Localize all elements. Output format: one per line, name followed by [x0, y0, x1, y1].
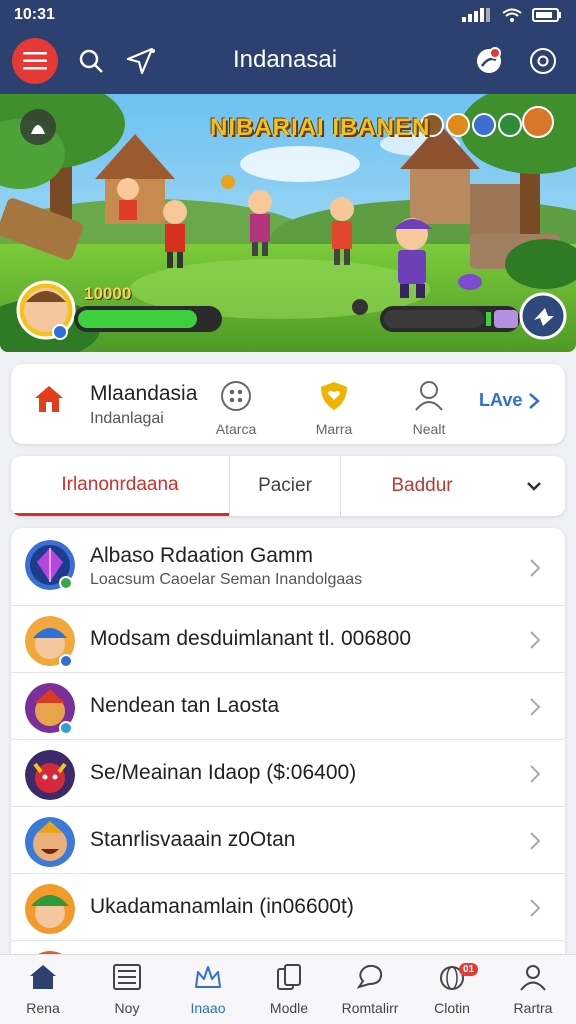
nav-item-romtalirr[interactable]: Romtalirr [330, 963, 410, 1016]
settings-button[interactable] [526, 44, 560, 78]
demon-icon [25, 750, 75, 800]
chevron-right-icon [530, 832, 541, 850]
status-badge [59, 576, 73, 590]
quick-nav-card: Mlaandasia Indanlagai Atarca Marra Nealt… [11, 364, 565, 444]
list-item[interactable]: Stanrlisvaaain z0Otan [11, 807, 565, 874]
nav-item-modle[interactable]: Modle [249, 963, 329, 1016]
list-item[interactable]: Ukadamanamlain (in06600t) [11, 874, 565, 941]
battery-icon [532, 8, 561, 22]
signal-icon [462, 8, 490, 22]
wifi-icon [502, 8, 522, 22]
left-progress-fill [78, 310, 197, 328]
game-avatar [25, 817, 75, 867]
tab-bar: Irlanonrdaana Pacier Baddur [11, 456, 565, 516]
nav-item-rartra[interactable]: Rartra [493, 963, 573, 1016]
nav-label: Clotin [434, 1000, 470, 1016]
app-header: Indanasai [0, 30, 576, 94]
status-badge [59, 721, 73, 735]
status-icons [462, 8, 562, 22]
chevron-down-icon [527, 482, 541, 491]
list-item[interactable]: Nendean tan Laosta [11, 673, 565, 740]
send-button[interactable] [124, 44, 158, 78]
nav-label: Rena [26, 1000, 60, 1016]
list-item-title: Ukadamanamlain (in06600t) [90, 895, 354, 918]
nav-badge: 01 [459, 963, 479, 976]
banner-title: NIBARIAI IBANEN [210, 114, 431, 141]
quick-nav-item-label: Marra [315, 421, 353, 437]
settings-icon [530, 48, 556, 74]
crown-icon [195, 966, 221, 988]
list-item[interactable]: Modsam desduimlanant tl. 006800 [11, 606, 565, 673]
send-icon [126, 47, 155, 75]
list-item-title: Nendean tan Laosta [90, 694, 280, 717]
tab-irlanonrdaana[interactable]: Irlanonrdaana [11, 456, 229, 516]
list-item-title: Modsam desduimlanant tl. 006800 [90, 627, 412, 650]
score-text: 10000 [84, 284, 132, 303]
hamburger-icon [23, 52, 47, 70]
list-item-subtitle: Loacsum Caoelar Seman Inandolgaas [90, 571, 363, 588]
chevron-right-icon [530, 631, 541, 649]
status-badge [59, 654, 73, 668]
chevron-right-icon [530, 698, 541, 716]
right-progress-fill [384, 310, 484, 328]
grid-dots-icon [221, 381, 251, 411]
home-icon [35, 386, 63, 412]
profile-icon [520, 965, 546, 991]
nav-item-clotin[interactable]: 01 Clotin [412, 963, 492, 1016]
list-item[interactable]: Se/Meainan Idaop ($:06400) [11, 740, 565, 807]
quick-nav-item-label: Nealt [412, 421, 446, 437]
home-icon [30, 965, 56, 989]
user-icon [415, 381, 443, 411]
list-item-title: Se/Meainan Idaop ($:06400) [90, 761, 357, 784]
green-hat-hero-icon [25, 884, 75, 934]
tab-pacier[interactable]: Pacier [229, 456, 341, 516]
nav-label: Inaao [190, 1000, 226, 1016]
game-avatar [25, 884, 75, 934]
list-item-title: Albaso Rdaation Gamm [90, 544, 313, 567]
game-avatar [25, 750, 75, 800]
chevron-right-icon [529, 392, 541, 409]
nav-item-noy[interactable]: Noy [87, 963, 167, 1016]
status-time: 10:31 [14, 6, 55, 23]
app-title: Indanasai [232, 46, 338, 73]
quick-nav-item-marra[interactable]: Marra [299, 380, 369, 437]
game-list: Albaso Rdaation Gamm Loacsum Caoelar Sem… [11, 528, 565, 958]
chevron-right-icon [530, 765, 541, 783]
menu-button[interactable] [12, 38, 58, 84]
quick-nav-subtitle: Indanlagai [90, 410, 164, 427]
game-banner[interactable]: NIBARIAI IBANEN [0, 94, 576, 352]
search-icon [79, 49, 103, 73]
search-button[interactable] [74, 44, 108, 78]
quick-nav-item-label: Atarca [215, 421, 257, 437]
tab-baddur[interactable]: Baddur [341, 456, 503, 516]
nav-label: Rartra [513, 1000, 553, 1016]
home-shortcut-button[interactable] [33, 384, 65, 419]
status-bar: 10:31 [0, 0, 576, 30]
shield-heart-icon [321, 382, 347, 410]
quick-nav-title: Mlaandasia [90, 382, 198, 405]
notification-dot [489, 47, 501, 59]
list-item[interactable]: Albaso Rdaation Gamm Loacsum Caoelar Sem… [11, 528, 565, 606]
tab-dropdown-button[interactable] [503, 456, 565, 516]
live-label: LAve [479, 390, 523, 410]
quick-nav-item-atarca[interactable]: Atarca [201, 380, 271, 437]
nav-item-rena[interactable]: Rena [3, 963, 83, 1016]
news-icon [113, 964, 141, 990]
cards-icon [277, 964, 301, 990]
chat-icon [356, 964, 383, 989]
live-link[interactable]: LAve [479, 390, 541, 411]
quick-nav-item-nealt[interactable]: Nealt [394, 380, 464, 437]
nav-label: Noy [114, 1000, 140, 1016]
nav-label: Romtalirr [341, 1000, 399, 1016]
nav-label: Modle [269, 1000, 309, 1016]
list-item-title: Stanrlisvaaain z0Otan [90, 828, 296, 851]
laughing-hero-icon [25, 817, 75, 867]
chevron-right-icon [530, 899, 541, 917]
chevron-right-icon [530, 559, 541, 577]
bottom-navigation: Rena Noy Inaao Modle Romtalirr 01 Clotin… [0, 954, 576, 1024]
nav-item-inaao[interactable]: Inaao [168, 963, 248, 1016]
